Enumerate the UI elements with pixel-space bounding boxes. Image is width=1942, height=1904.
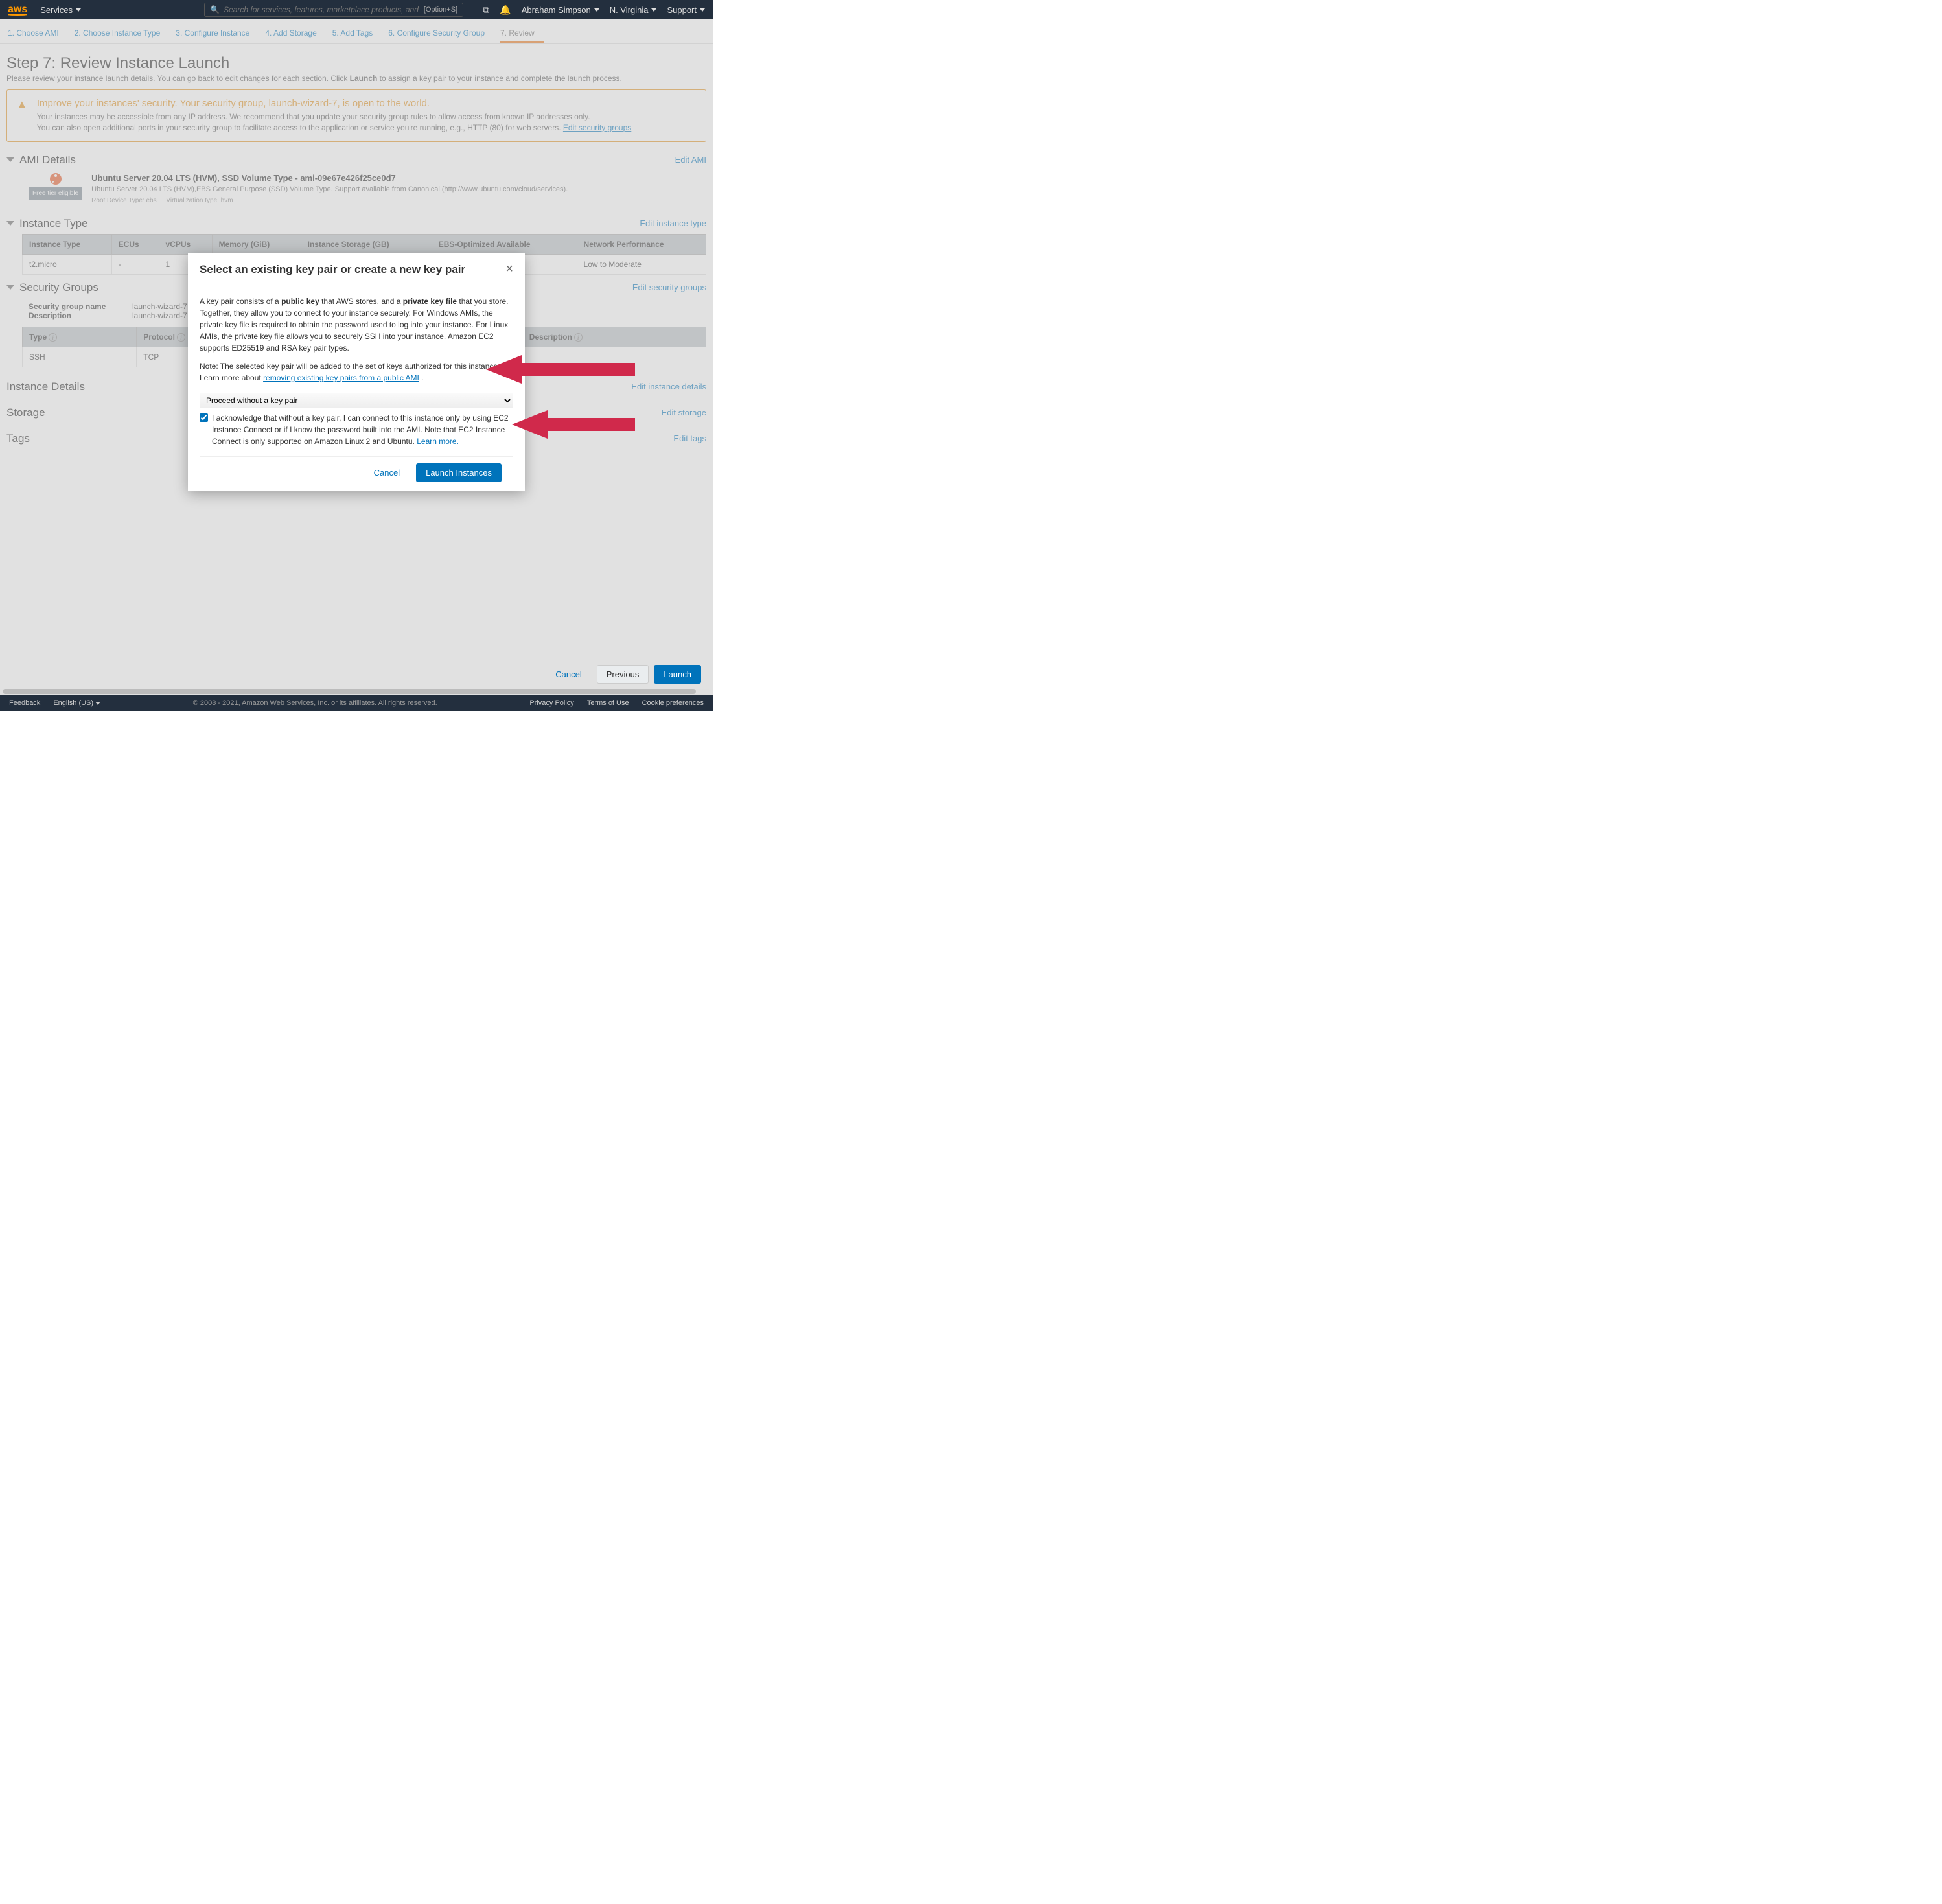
col-type: Typei [23,327,137,347]
col-storage: Instance Storage (GB) [301,234,432,254]
alert-line-1: Your instances may be accessible from an… [37,111,631,122]
ami-section-title: AMI Details [19,154,675,167]
alert-title: Improve your instances' security. Your s… [37,98,631,109]
sg-name-value: launch-wizard-7 [132,302,187,311]
account-menu[interactable]: Abraham Simpson [522,5,599,15]
wizard-step-6[interactable]: 6. Configure Security Group [388,25,494,43]
edit-security-groups-link[interactable]: Edit security groups [563,123,631,132]
collapse-toggle-icon[interactable] [6,221,14,226]
col-description: Descriptioni [522,327,706,347]
wizard-step-2[interactable]: 2. Choose Instance Type [75,25,170,43]
chevron-down-icon [594,8,599,12]
key-pair-select[interactable]: Proceed without a key pair [200,393,513,408]
sg-name-label: Security group name [29,302,132,311]
warning-icon: ▲ [16,98,28,134]
edit-instance-details-link[interactable]: Edit instance details [631,382,706,391]
col-ecus: ECUs [111,234,159,254]
free-tier-badge: Free tier eligible [29,187,82,200]
services-label: Services [40,5,73,15]
modal-note: Note: The selected key pair will be adde… [200,360,513,384]
col-network: Network Performance [577,234,706,254]
col-ebs-opt: EBS-Optimized Available [432,234,577,254]
acknowledge-text: I acknowledge that without a key pair, I… [212,412,513,447]
modal-cancel-button[interactable]: Cancel [364,463,410,482]
bell-icon[interactable]: 🔔 [500,5,511,16]
info-icon[interactable]: i [49,333,57,342]
search-shortcut: [Option+S] [424,6,457,14]
page-title: Step 7: Review Instance Launch [6,54,706,73]
learn-more-link[interactable]: Learn more. [417,437,459,446]
ami-root-device: Root Device Type: ebs [91,197,156,204]
sg-desc-label: Description [29,311,132,320]
cloudshell-icon[interactable]: ⧉ [483,5,489,16]
col-vcpus: vCPUs [159,234,212,254]
instance-type-section-title: Instance Type [19,217,640,230]
copyright: © 2008 - 2021, Amazon Web Services, Inc.… [100,699,529,707]
account-label: Abraham Simpson [522,5,591,15]
acknowledge-checkbox[interactable] [200,413,208,422]
cancel-button[interactable]: Cancel [546,665,591,684]
collapse-toggle-icon[interactable] [6,157,14,162]
search-icon: 🔍 [210,5,220,14]
wizard-step-5[interactable]: 5. Add Tags [332,25,382,43]
col-instance-type: Instance Type [23,234,112,254]
close-icon[interactable]: × [505,262,513,277]
chevron-down-icon [651,8,656,12]
key-pair-modal: Select an existing key pair or create a … [188,253,525,491]
annotation-arrow-select [486,350,642,389]
chevron-down-icon [76,8,81,12]
feedback-link[interactable]: Feedback [9,699,40,707]
wizard-step-7[interactable]: 7. Review [500,25,544,43]
info-icon[interactable]: i [177,333,185,342]
security-alert: ▲ Improve your instances' security. Your… [6,89,706,142]
region-menu[interactable]: N. Virginia [610,5,657,15]
page-subtitle: Please review your instance launch detai… [6,74,706,83]
alert-line-2: You can also open additional ports in yo… [37,123,563,132]
ami-name: Ubuntu Server 20.04 LTS (HVM), SSD Volum… [91,173,568,183]
edit-storage-link[interactable]: Edit storage [662,408,706,417]
wizard-step-1[interactable]: 1. Choose AMI [8,25,68,43]
annotation-arrow-launch [512,405,667,444]
terms-link[interactable]: Terms of Use [587,699,629,707]
edit-tags-link[interactable]: Edit tags [673,434,706,443]
collapse-toggle-icon[interactable] [6,285,14,290]
col-memory: Memory (GiB) [212,234,301,254]
global-search[interactable]: 🔍 [Option+S] [204,3,463,17]
removing-keypairs-link[interactable]: removing existing key pairs from a publi… [263,373,419,382]
ami-description: Ubuntu Server 20.04 LTS (HVM),EBS Genera… [91,185,568,193]
launch-instances-button[interactable]: Launch Instances [416,463,502,482]
aws-logo[interactable]: aws [8,4,27,16]
ami-details: Free tier eligible Ubuntu Server 20.04 L… [6,170,706,211]
edit-ami-link[interactable]: Edit AMI [675,155,706,165]
language-selector[interactable]: English (US) [53,699,100,707]
footer: Feedback English (US) © 2008 - 2021, Ama… [0,695,713,711]
previous-button[interactable]: Previous [597,665,649,684]
horizontal-scrollbar[interactable] [3,689,710,694]
launch-button[interactable]: Launch [654,665,701,684]
ubuntu-icon [50,173,62,185]
wizard-step-3[interactable]: 3. Configure Instance [176,25,259,43]
info-icon[interactable]: i [574,333,583,342]
ami-virtualization: Virtualization type: hvm [166,197,233,204]
edit-security-groups-link-2[interactable]: Edit security groups [632,283,706,292]
services-menu[interactable]: Services [40,5,81,15]
chevron-down-icon [700,8,705,12]
aws-header: aws Services 🔍 [Option+S] ⧉ 🔔 Abraham Si… [0,0,713,19]
privacy-link[interactable]: Privacy Policy [529,699,573,707]
support-label: Support [667,5,697,15]
search-input[interactable] [224,5,421,14]
modal-description: A key pair consists of a public key that… [200,296,513,354]
edit-instance-type-link[interactable]: Edit instance type [640,218,706,228]
wizard-steps: 1. Choose AMI 2. Choose Instance Type 3.… [0,19,713,44]
cookie-link[interactable]: Cookie preferences [642,699,704,707]
modal-title: Select an existing key pair or create a … [200,263,505,276]
bottom-buttons: Cancel Previous Launch [546,665,701,684]
wizard-step-4[interactable]: 4. Add Storage [265,25,325,43]
region-label: N. Virginia [610,5,649,15]
chevron-down-icon [95,702,100,705]
acknowledge-row: I acknowledge that without a key pair, I… [200,412,513,447]
support-menu[interactable]: Support [667,5,705,15]
